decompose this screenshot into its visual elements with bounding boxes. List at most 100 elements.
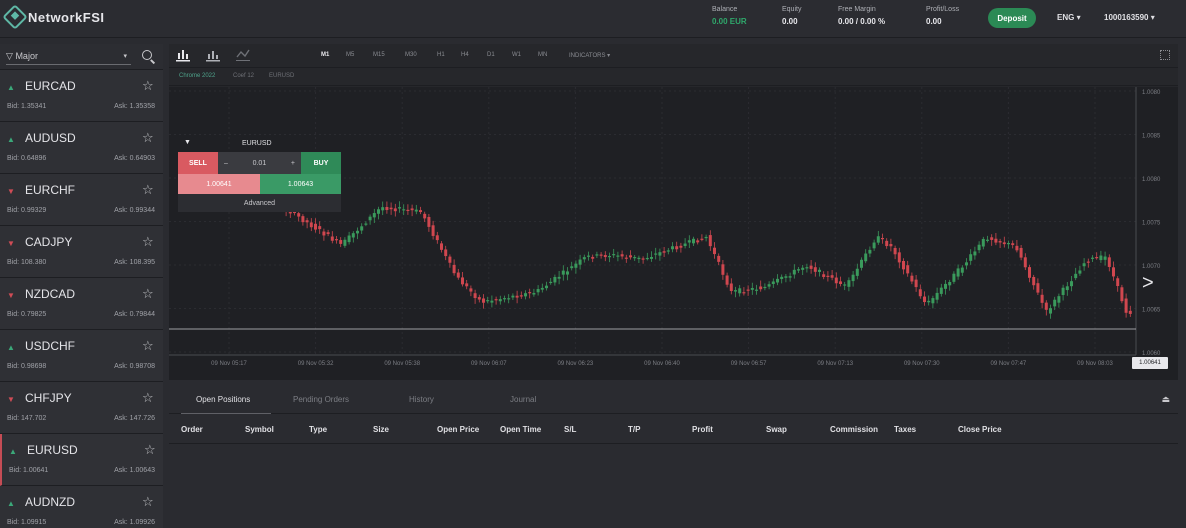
tab-pending-orders[interactable]: Pending Orders (293, 395, 349, 404)
bar-chart-icon[interactable] (205, 48, 221, 62)
column-header-open-price[interactable]: Open Price (437, 425, 479, 434)
column-header-swap[interactable]: Swap (766, 425, 787, 434)
candlestick-chart-icon[interactable] (175, 48, 191, 62)
candle-body (343, 239, 347, 246)
candle-body (742, 292, 746, 294)
symbol-row-audusd[interactable]: ▲ AUDUSD ☆ Bid: 0.64896 Ask: 0.64903 (0, 122, 163, 174)
sell-price[interactable]: 1.00641 (178, 174, 260, 194)
search-icon[interactable] (141, 49, 157, 65)
timeframe-m1[interactable]: M1 (321, 52, 329, 58)
account-select[interactable]: 1000163590 ▾ (1104, 13, 1155, 22)
star-icon[interactable]: ☆ (142, 182, 154, 198)
symbol-row-nzdcad[interactable]: ▼ NZDCAD ☆ Bid: 0.79825 Ask: 0.79844 (0, 278, 163, 330)
increase-lot-button[interactable]: + (291, 160, 295, 167)
candle-body (431, 225, 435, 236)
buy-price[interactable]: 1.00643 (260, 174, 341, 194)
decrease-lot-button[interactable]: – (224, 160, 228, 167)
star-icon[interactable]: ☆ (142, 390, 154, 406)
bid-price: Bid: 108.380 (7, 259, 47, 266)
symbol-row-eurusd[interactable]: ▲ EURUSD ☆ Bid: 1.00641 Ask: 1.00643 (0, 434, 163, 486)
symbol-row-chfjpy[interactable]: ▼ CHFJPY ☆ Bid: 147.702 Ask: 147.726 (0, 382, 163, 434)
group-select[interactable]: ▽ Major ▾ (6, 49, 131, 65)
candle-body (511, 295, 515, 298)
column-header-t-p[interactable]: T/P (628, 425, 640, 434)
tab-journal[interactable]: Journal (510, 395, 536, 404)
indicators-menu[interactable]: INDICATORS ▾ (569, 52, 610, 59)
candle-body (813, 267, 817, 272)
timeframe-mn[interactable]: MN (538, 52, 547, 58)
column-header-taxes[interactable]: Taxes (894, 425, 916, 434)
candle-body (553, 276, 557, 283)
candle-body (1015, 245, 1019, 251)
symbol-list: ▲ EURCAD ☆ Bid: 1.35341 Ask: 1.35358 ▲ AUDUSD ☆… (0, 70, 163, 528)
star-icon[interactable]: ☆ (142, 130, 154, 146)
lot-stepper[interactable]: – 0.01 + (218, 152, 301, 174)
symbol-row-eurcad[interactable]: ▲ EURCAD ☆ Bid: 1.35341 Ask: 1.35358 (0, 70, 163, 122)
timeframe-d1[interactable]: D1 (487, 52, 495, 58)
symbol-row-eurchf[interactable]: ▼ EURCHF ☆ Bid: 0.99329 Ask: 0.99344 (0, 174, 163, 226)
symbol-name: EURCAD (25, 79, 76, 93)
deposit-button[interactable]: Deposit (988, 8, 1036, 28)
trend-down-icon: ▼ (7, 187, 15, 196)
candle-body (969, 254, 973, 261)
scroll-right-icon[interactable]: > (1142, 272, 1154, 295)
candle-body (494, 299, 498, 301)
star-icon[interactable]: ☆ (142, 338, 154, 354)
buy-button[interactable]: BUY (301, 152, 341, 174)
subbar-tab[interactable]: EURUSD (269, 73, 294, 79)
symbol-row-usdchf[interactable]: ▲ USDCHF ☆ Bid: 0.98698 Ask: 0.98708 (0, 330, 163, 382)
candle-body (1061, 287, 1065, 295)
collapse-caret-icon[interactable]: ▼ (184, 139, 191, 146)
trade-pair: EURUSD (242, 140, 272, 147)
star-icon[interactable]: ☆ (142, 494, 154, 510)
star-icon[interactable]: ☆ (142, 234, 154, 250)
star-icon[interactable]: ☆ (142, 286, 154, 302)
trend-down-icon: ▼ (7, 395, 15, 404)
subbar-tab[interactable]: Chrome 2022 (179, 73, 215, 79)
candle-body (465, 283, 469, 287)
column-header-close-price[interactable]: Close Price (958, 425, 1002, 434)
symbol-row-audnzd[interactable]: ▲ AUDNZD ☆ Bid: 1.09915 Ask: 1.09926 (0, 486, 163, 528)
eject-icon[interactable]: ⏏ (1161, 394, 1170, 405)
candle-body (776, 278, 779, 283)
candle-body (507, 298, 511, 300)
trend-up-icon: ▲ (7, 83, 15, 92)
candle-body (1082, 263, 1086, 267)
tab-open-positions[interactable]: Open Positions (196, 395, 250, 404)
column-header-symbol[interactable]: Symbol (245, 425, 274, 434)
symbol-row-cadjpy[interactable]: ▼ CADJPY ☆ Bid: 108.380 Ask: 108.395 (0, 226, 163, 278)
advanced-button[interactable]: Advanced (178, 194, 341, 212)
column-header-s-l[interactable]: S/L (564, 425, 576, 434)
subbar-tab[interactable]: Coef 12 (233, 73, 254, 79)
column-header-commission[interactable]: Commission (830, 425, 878, 434)
trading-app: NetworkFSI Balance 0.00 EUR Equity 0.00 … (0, 0, 1186, 528)
timeframe-m5[interactable]: M5 (346, 52, 354, 58)
fullscreen-icon[interactable] (1160, 50, 1170, 60)
star-icon[interactable]: ☆ (144, 442, 156, 458)
column-header-type[interactable]: Type (309, 425, 327, 434)
brand-logo[interactable]: NetworkFSI (2, 4, 105, 30)
column-header-order[interactable]: Order (181, 425, 203, 434)
candle-body (1053, 299, 1057, 307)
column-header-open-time[interactable]: Open Time (500, 425, 541, 434)
star-icon[interactable]: ☆ (142, 78, 154, 94)
column-header-size[interactable]: Size (373, 425, 389, 434)
line-chart-icon[interactable] (235, 48, 251, 62)
candle-body (1028, 267, 1031, 278)
candle-body (839, 281, 842, 284)
candle-body (486, 300, 490, 302)
timeframe-h4[interactable]: H4 (461, 52, 469, 58)
column-header-profit[interactable]: Profit (692, 425, 713, 434)
timeframe-m30[interactable]: M30 (405, 52, 417, 58)
candle-body (792, 269, 796, 275)
x-axis-label: 09 Nov 05:32 (298, 361, 334, 367)
sell-button[interactable]: SELL (178, 152, 218, 174)
tab-history[interactable]: History (409, 395, 434, 404)
price-chart[interactable]: 1.0080 1.0085 1.0080 1.0075 1.0070 1.0065 1.00… (169, 87, 1178, 380)
timeframe-w1[interactable]: W1 (512, 52, 521, 58)
language-select[interactable]: ENG ▾ (1057, 13, 1081, 22)
candlestick-chart[interactable]: 1.0080 1.0085 1.0080 1.0075 1.0070 1.0065 1.00… (169, 87, 1178, 380)
lot-input[interactable]: 0.01 (253, 160, 267, 167)
timeframe-m15[interactable]: M15 (373, 52, 385, 58)
timeframe-h1[interactable]: H1 (437, 52, 445, 58)
